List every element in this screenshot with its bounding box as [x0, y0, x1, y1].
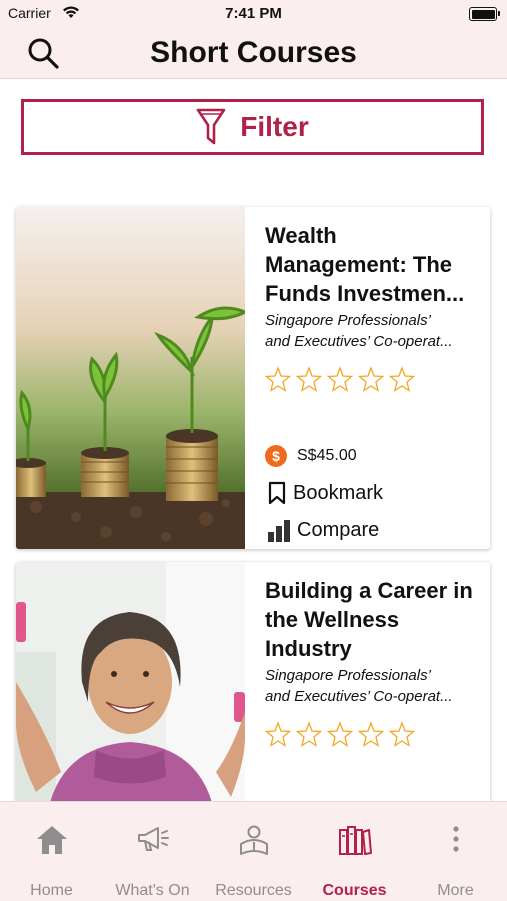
star-icon — [265, 721, 291, 747]
tab-label: Home — [30, 882, 73, 899]
course-price: $ S$45.00 — [265, 445, 357, 467]
tab-whats-on[interactable]: What's On — [102, 802, 203, 901]
bar-chart-icon — [268, 519, 290, 542]
tab-home[interactable]: Home — [1, 802, 102, 901]
star-icon — [358, 721, 384, 747]
tab-label: More — [437, 882, 474, 899]
course-provider: Singapore Professionals’ and Executives’… — [265, 310, 480, 352]
bookmark-icon — [268, 481, 286, 505]
megaphone-icon — [137, 827, 169, 851]
course-title[interactable]: Building a Career in the Wellness Indust… — [265, 576, 480, 663]
star-icon — [358, 366, 384, 392]
nav-bar: Short Courses — [0, 28, 507, 79]
funnel-icon — [196, 108, 226, 145]
battery-icon — [469, 7, 500, 21]
more-vertical-icon — [452, 826, 459, 852]
course-card[interactable]: Wealth Management: The Funds Investmen..… — [16, 207, 490, 549]
filter-button[interactable]: Filter — [21, 99, 484, 155]
star-rating — [265, 366, 480, 392]
star-icon — [265, 366, 291, 392]
tab-label: Courses — [322, 882, 387, 899]
bookmark-label: Bookmark — [293, 481, 384, 504]
star-icon — [389, 721, 415, 747]
course-provider-line: and Executives’ Co-operat... — [265, 688, 453, 705]
compare-label: Compare — [297, 519, 380, 541]
tab-label: What's On — [115, 882, 190, 899]
course-provider-line: Singapore Professionals’ — [265, 667, 431, 684]
books-icon — [338, 826, 372, 855]
course-card[interactable]: Building a Career in the Wellness Indust… — [16, 562, 490, 822]
home-icon — [36, 826, 67, 854]
clock: 7:41 PM — [225, 5, 282, 22]
price-value: S$45.00 — [297, 447, 357, 464]
tab-courses[interactable]: Courses — [304, 802, 405, 901]
tab-bar: Home What's On Resources Courses More — [0, 801, 507, 901]
dollar-coin-icon: $ — [265, 445, 287, 467]
compare-button[interactable]: Compare — [267, 519, 379, 542]
course-image — [16, 562, 245, 822]
course-provider-line: Singapore Professionals’ — [265, 312, 431, 329]
star-icon — [296, 366, 322, 392]
tab-label: Resources — [215, 882, 292, 899]
tab-resources[interactable]: Resources — [203, 802, 304, 901]
star-icon — [389, 366, 415, 392]
bookmark-button[interactable]: Bookmark — [267, 481, 383, 505]
filter-label: Filter — [240, 111, 309, 142]
star-rating — [265, 721, 480, 747]
tab-more[interactable]: More — [405, 802, 506, 901]
course-image — [16, 207, 245, 549]
star-icon — [296, 721, 322, 747]
page-title: Short Courses — [150, 36, 357, 69]
star-icon — [327, 721, 353, 747]
status-bar: Carrier 7:41 PM — [0, 0, 507, 28]
course-provider: Singapore Professionals’ and Executives’… — [265, 665, 480, 707]
course-title[interactable]: Wealth Management: The Funds Investmen..… — [265, 221, 480, 308]
course-provider-line: and Executives’ Co-operat... — [265, 333, 453, 350]
star-icon — [327, 366, 353, 392]
reader-icon — [239, 825, 268, 855]
